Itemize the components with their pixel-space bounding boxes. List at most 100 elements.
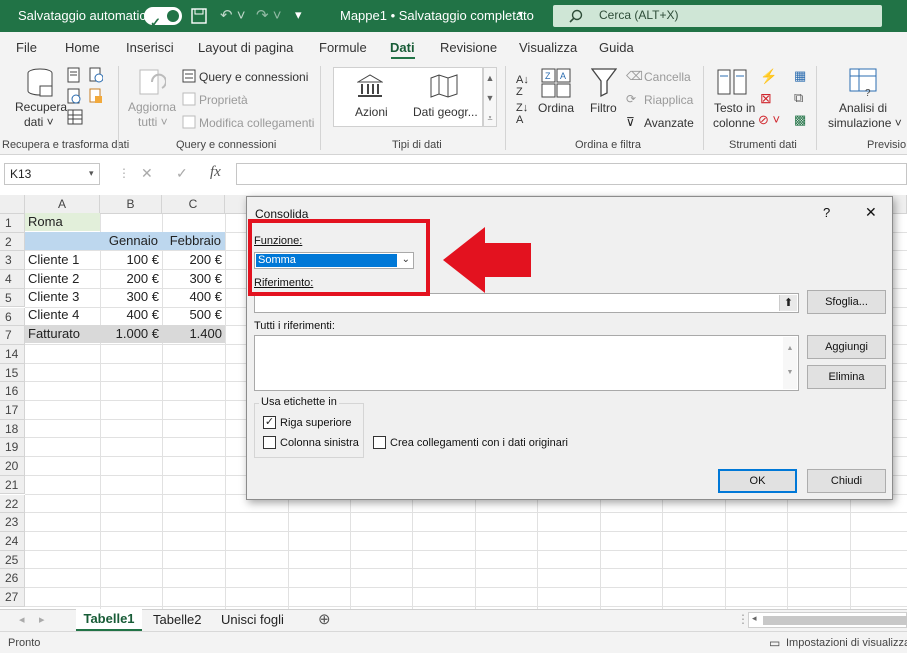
row-header[interactable]: 27	[0, 588, 25, 607]
fx-icon[interactable]: fx	[210, 164, 221, 181]
cell-a3[interactable]: Cliente 1	[25, 251, 100, 269]
row-header[interactable]: 19	[0, 438, 25, 458]
cell-b3[interactable]: 100 €	[100, 251, 162, 269]
cell-b6[interactable]: 400 €	[100, 306, 162, 324]
cell-a5[interactable]: Cliente 3	[25, 288, 100, 306]
row-header[interactable]: 23	[0, 513, 25, 532]
add-sheet-icon[interactable]: ⊕	[318, 610, 331, 628]
riga-superiore-label[interactable]: Riga superiore	[280, 417, 352, 429]
redo-icon[interactable]: ↷ ˅	[256, 6, 282, 24]
row-header[interactable]: 4	[0, 270, 25, 289]
column-header-a[interactable]: A	[25, 195, 100, 214]
cancel-icon[interactable]: ✕	[141, 165, 153, 182]
azioni-button[interactable]: Azioni	[355, 105, 388, 119]
cell-a1[interactable]: Roma	[25, 213, 100, 231]
cell-b2[interactable]: Gennaio	[100, 232, 162, 250]
colonna-sinistra-label[interactable]: Colonna sinistra	[280, 437, 359, 449]
tab-home[interactable]: Home	[65, 40, 100, 55]
row-header[interactable]: 18	[0, 419, 25, 439]
relationships-icon[interactable]: ⧉	[794, 90, 803, 106]
column-header-c[interactable]: C	[162, 195, 225, 214]
avanzate-button[interactable]: Avanzate	[644, 116, 694, 130]
cell-b7[interactable]: 1.000 €	[100, 325, 162, 343]
sort-za-icon[interactable]: Z↓ A	[516, 102, 528, 126]
sheet-tab-tabelle2[interactable]: Tabelle2	[153, 612, 201, 627]
colonna-sinistra-checkbox[interactable]	[263, 436, 276, 449]
sheet-next-icon[interactable]: ▸	[39, 613, 45, 626]
row-header[interactable]: 24	[0, 531, 25, 551]
from-text-icon[interactable]	[67, 67, 81, 83]
tab-inserisci[interactable]: Inserisci	[126, 40, 174, 55]
row-header[interactable]: 25	[0, 550, 25, 570]
crea-collegamenti-label[interactable]: Crea collegamenti con i dati originari	[390, 437, 568, 449]
formula-input[interactable]	[236, 163, 907, 185]
undo-icon[interactable]: ↶ ˅	[220, 6, 246, 24]
tab-formule[interactable]: Formule	[319, 40, 367, 55]
cell-b4[interactable]: 200 €	[100, 270, 162, 288]
display-settings-icon[interactable]: ▭	[769, 636, 780, 650]
data-model-icon[interactable]: ▩	[794, 112, 806, 128]
column-header-b[interactable]: B	[100, 195, 162, 214]
display-settings-label[interactable]: Impostazioni di visualizzaz	[786, 637, 907, 649]
testo-colonne-2[interactable]: colonne	[713, 116, 755, 130]
cancella-button[interactable]: Cancella	[644, 70, 691, 84]
search-box[interactable]: Cerca (ALT+X)	[553, 5, 882, 27]
existing-connections-icon[interactable]	[89, 88, 103, 104]
row-header[interactable]: 7	[0, 326, 25, 345]
gallery-scroll[interactable]: ▲ ▼ ⩡	[483, 67, 497, 127]
chiudi-button[interactable]: Chiudi	[807, 469, 886, 493]
query-connessioni[interactable]: Query e connessioni	[199, 70, 308, 84]
document-title[interactable]: Mappe1 • Salvataggio completato	[340, 8, 534, 23]
analisi-label-1[interactable]: Analisi di	[839, 101, 887, 115]
tutti-riferimenti-list[interactable]: ▲ ▼	[254, 335, 799, 391]
namebox-chevron-icon[interactable]: ▾	[89, 168, 94, 179]
row-header[interactable]: 21	[0, 475, 25, 495]
aggiungi-button[interactable]: Aggiungi	[807, 335, 886, 359]
tab-file[interactable]: File	[16, 40, 37, 55]
row-header[interactable]: 15	[0, 363, 25, 383]
row-header[interactable]: 20	[0, 457, 25, 476]
ok-button[interactable]: OK	[718, 469, 797, 493]
cell-c4[interactable]: 300 €	[162, 270, 225, 288]
collapse-dialog-icon[interactable]: ⬆	[779, 295, 797, 311]
tab-visualizza[interactable]: Visualizza	[519, 40, 577, 55]
select-all-corner[interactable]	[0, 195, 25, 214]
autosave-toggle[interactable]: ✓	[144, 7, 182, 30]
sort-az-icon[interactable]: A↓ Z	[516, 74, 529, 98]
modifica-collegamenti[interactable]: Modifica collegamenti	[199, 116, 314, 130]
horizontal-scrollbar[interactable]: ◂	[748, 612, 907, 628]
consolidate-icon[interactable]: ▦	[794, 68, 806, 84]
save-icon[interactable]	[191, 8, 207, 24]
analisi-label-2[interactable]: simulazione ˅	[828, 116, 902, 130]
row-header[interactable]: 6	[0, 307, 25, 327]
cell-a4[interactable]: Cliente 2	[25, 270, 100, 288]
proprieta[interactable]: Proprietà	[199, 93, 248, 107]
row-header[interactable]: 26	[0, 569, 25, 588]
riga-superiore-checkbox[interactable]: ✓	[263, 416, 276, 429]
sfoglia-button[interactable]: Sfoglia...	[807, 290, 886, 314]
riapplica-button[interactable]: Riapplica	[644, 93, 693, 107]
row-header[interactable]: 5	[0, 288, 25, 308]
remove-duplicates-icon[interactable]: ⊠	[760, 90, 772, 107]
from-web-icon[interactable]	[67, 88, 81, 104]
name-box[interactable]: K13	[4, 163, 100, 185]
row-header[interactable]: 22	[0, 494, 25, 514]
cell-c6[interactable]: 500 €	[162, 306, 225, 324]
testo-colonne-1[interactable]: Testo in	[714, 101, 755, 115]
cell-c2[interactable]: Febbraio	[162, 232, 225, 250]
recent-sources-icon[interactable]	[89, 67, 103, 83]
elimina-button[interactable]: Elimina	[807, 365, 886, 389]
help-icon[interactable]: ?	[823, 205, 830, 220]
cell-c7[interactable]: 1.400	[162, 325, 225, 343]
tab-layout[interactable]: Layout di pagina	[198, 40, 293, 55]
tab-dati[interactable]: Dati	[390, 40, 415, 55]
cell-b5[interactable]: 300 €	[100, 288, 162, 306]
close-icon[interactable]: ✕	[865, 204, 877, 221]
row-header[interactable]: 1	[0, 214, 25, 233]
filtro-button[interactable]: Filtro	[590, 101, 617, 115]
dati-geografici-button[interactable]: Dati geogr...	[413, 105, 478, 119]
aggiorna-label[interactable]: Aggiorna	[128, 100, 176, 114]
enter-icon[interactable]: ✓	[176, 165, 188, 182]
row-header[interactable]: 14	[0, 344, 25, 364]
row-header[interactable]: 17	[0, 401, 25, 420]
